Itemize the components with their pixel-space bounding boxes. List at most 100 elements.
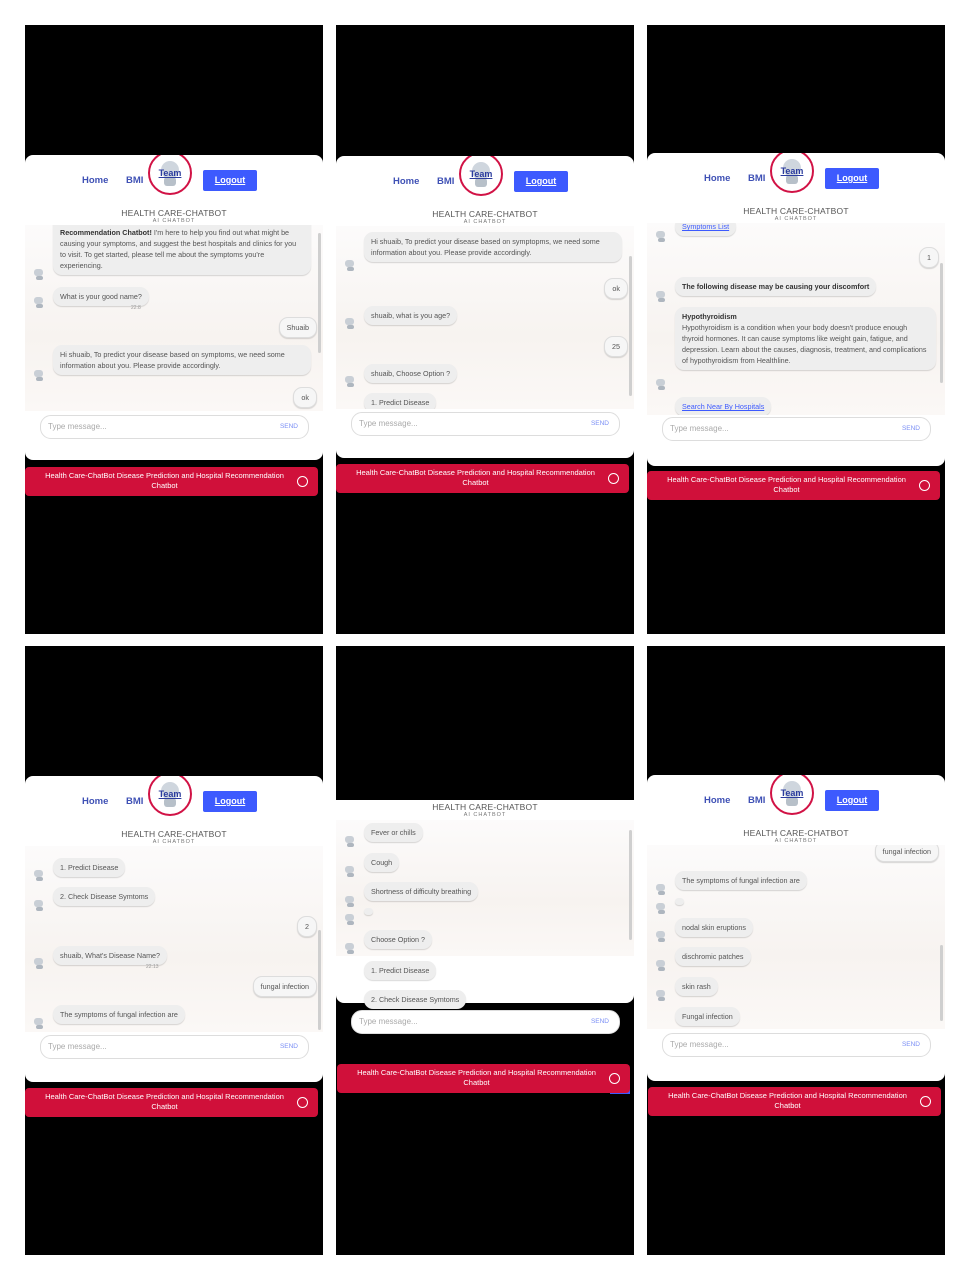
nav-home-link[interactable]: Home [82, 796, 108, 807]
brand-header: HEALTH CARE-CHATBOT AI CHATBOT [336, 800, 634, 818]
nav-home-link[interactable]: Home [704, 795, 730, 806]
brand-subtitle: AI CHATBOT [463, 812, 507, 818]
message-timestamp: 22:8 [131, 305, 141, 311]
nav-bmi-link[interactable]: BMI [748, 795, 765, 806]
nav-home-link[interactable]: Home [393, 176, 419, 187]
message-input[interactable]: Type message... SEND [351, 412, 620, 436]
user-message: 25 [604, 336, 628, 357]
disease-result-card: Hypothyroidism Hypothyroidism is a condi… [675, 307, 936, 370]
user-message: ok [604, 278, 628, 299]
chat-messages[interactable]: fungal infection The symptoms of fungal … [647, 845, 945, 1029]
team-logo-link[interactable]: Team [148, 155, 192, 195]
top-nav: Home BMI Team Logout [647, 775, 945, 827]
chatbot-toggle-bar[interactable]: Health Care-ChatBot Disease Prediction a… [337, 1064, 630, 1093]
brand-subtitle: AI CHATBOT [152, 218, 196, 224]
bot-avatar-icon [343, 941, 357, 955]
chatbot-bar-label: Health Care-ChatBot Disease Prediction a… [668, 1091, 907, 1110]
send-button[interactable]: SEND [902, 1041, 920, 1048]
option-check-symptoms[interactable]: 2. Check Disease Symtoms [53, 887, 156, 906]
chat-messages[interactable]: Symptoms List 1 The following disease ma… [647, 223, 945, 415]
chatbot-bar-label: Health Care-ChatBot Disease Prediction a… [356, 468, 595, 487]
message-input[interactable]: Type message... SEND [40, 415, 309, 439]
user-message: 1 [919, 247, 939, 268]
chatbot-toggle-bar[interactable]: Health Care-ChatBot Disease Prediction a… [25, 467, 318, 496]
message-input[interactable]: Type message... SEND [662, 417, 931, 441]
chat-messages[interactable]: Recommendation Chatbot! I'm here to help… [25, 225, 323, 411]
screenshot-panel-2: Home BMI Team Logout HEALTH CARE-CHATBOT… [336, 25, 634, 634]
chat-scrollbar[interactable] [318, 233, 321, 353]
chatbot-toggle-bar[interactable]: Health Care-ChatBot Disease Prediction a… [25, 1088, 318, 1117]
logout-button[interactable]: Logout [203, 791, 257, 812]
chat-messages[interactable]: 1. Predict Disease 2. Check Disease Symt… [25, 846, 323, 1032]
team-logo-link[interactable]: Team [148, 776, 192, 816]
top-nav: Home BMI Team Logout [25, 776, 323, 828]
send-button[interactable]: SEND [280, 423, 298, 430]
send-button[interactable]: SEND [591, 1018, 609, 1025]
chat-widget: Home BMI Team Logout HEALTH CARE-CHATBOT… [25, 155, 323, 460]
option-predict-disease[interactable]: 1. Predict Disease [364, 961, 437, 980]
chatbot-toggle-bar[interactable]: Health Care-ChatBot Disease Prediction a… [648, 1087, 941, 1116]
bot-avatar-icon [654, 377, 668, 391]
brand-header: HEALTH CARE-CHATBOT AI CHATBOT [647, 205, 945, 222]
chat-bubble-icon [608, 473, 619, 484]
send-button[interactable]: SEND [591, 420, 609, 427]
logout-button[interactable]: Logout [203, 170, 257, 191]
message-input-placeholder: Type message... [48, 422, 107, 431]
chatbot-toggle-bar[interactable]: Health Care-ChatBot Disease Prediction a… [336, 464, 629, 493]
bot-message [675, 898, 684, 905]
option-check-symptoms[interactable]: 2. Check Disease Symtoms [364, 990, 467, 1009]
chatbot-toggle-bar[interactable]: Health Care-ChatBot Disease Prediction a… [647, 471, 940, 500]
team-logo-link[interactable]: Team [770, 153, 814, 193]
bot-message: shuaib, Choose Option ? [364, 364, 458, 383]
logout-button[interactable]: Logout [825, 168, 879, 189]
send-button[interactable]: SEND [280, 1043, 298, 1050]
chat-scrollbar[interactable] [940, 945, 943, 1021]
chatbot-bar-label: Health Care-ChatBot Disease Prediction a… [45, 471, 284, 490]
nav-bmi-link[interactable]: BMI [437, 176, 454, 187]
message-input[interactable]: Type message... SEND [351, 1010, 620, 1034]
nav-home-link[interactable]: Home [82, 175, 108, 186]
option-predict-disease[interactable]: 1. Predict Disease [364, 393, 437, 409]
logout-button[interactable]: Logout [514, 171, 568, 192]
nav-bmi-link[interactable]: BMI [126, 175, 143, 186]
chat-scrollbar[interactable] [629, 830, 632, 940]
top-nav: Home BMI Team Logout [336, 156, 634, 208]
bot-avatar-icon [32, 868, 46, 882]
brand-header: HEALTH CARE-CHATBOT AI CHATBOT [25, 207, 323, 224]
message-input-placeholder: Type message... [359, 419, 418, 428]
bot-avatar-icon [32, 295, 46, 309]
chat-bubble-icon [609, 1073, 620, 1084]
chat-scrollbar[interactable] [940, 263, 943, 383]
chat-messages[interactable]: Fever or chills Cough Shortness of diffi… [336, 820, 634, 956]
send-button[interactable]: SEND [902, 425, 920, 432]
chat-scrollbar[interactable] [318, 930, 321, 1030]
option-predict-disease[interactable]: 1. Predict Disease [53, 858, 126, 877]
nav-bmi-link[interactable]: BMI [748, 173, 765, 184]
team-logo-link[interactable]: Team [459, 156, 503, 196]
brand-title: HEALTH CARE-CHATBOT [743, 206, 849, 216]
bot-avatar-icon [343, 316, 357, 330]
nav-home-link[interactable]: Home [704, 173, 730, 184]
chat-scrollbar[interactable] [629, 256, 632, 396]
message-input-placeholder: Type message... [48, 1042, 107, 1051]
top-nav: Home BMI Team Logout [25, 155, 323, 207]
nav-bmi-link[interactable]: BMI [126, 796, 143, 807]
search-hospitals-link[interactable]: Search Near By Hospitals [675, 397, 772, 415]
brand-title: HEALTH CARE-CHATBOT [743, 828, 849, 838]
screenshot-panel-5: HEALTH CARE-CHATBOT AI CHATBOT Fever or … [336, 646, 634, 1255]
brand-title: HEALTH CARE-CHATBOT [121, 829, 227, 839]
chat-bubble-icon [297, 476, 308, 487]
logout-button[interactable]: Logout [825, 790, 879, 811]
symptoms-list-link[interactable]: Symptoms List [675, 223, 737, 236]
chat-bubble-icon [920, 1096, 931, 1107]
bot-message: Hi shuaib, To predict your disease based… [53, 345, 311, 375]
message-input[interactable]: Type message... SEND [40, 1035, 309, 1059]
message-input[interactable]: Type message... SEND [662, 1033, 931, 1057]
team-label: Team [469, 169, 493, 179]
brand-title: HEALTH CARE-CHATBOT [432, 802, 538, 812]
bot-message: The following disease may be causing you… [675, 277, 877, 296]
chat-messages[interactable]: Hi shuaib, To predict your disease based… [336, 226, 634, 409]
bot-message: shuaib, What's Disease Name? [53, 946, 168, 965]
bot-message: dischromic patches [675, 947, 751, 966]
team-logo-link[interactable]: Team [770, 775, 814, 815]
